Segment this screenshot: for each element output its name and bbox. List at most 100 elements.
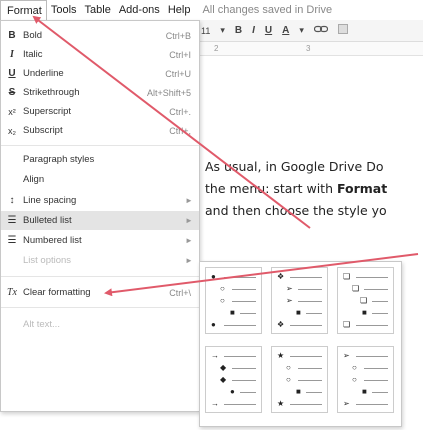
toolbar: 11 ▾ B I U A ▾ [196, 20, 423, 42]
shortcut: Alt+Shift+5 [146, 87, 191, 98]
chevron-down-icon[interactable]: ▾ [294, 25, 309, 36]
bullet-square-icon: ■ [362, 308, 367, 317]
shortcut: Ctrl+B [165, 30, 191, 41]
menu-item-label: Numbered list [23, 235, 82, 246]
bullet-square-icon: ■ [230, 308, 235, 317]
bullet-style-diamond-arrow[interactable]: ❖ ➢ ➢ ■ ❖ [271, 267, 328, 334]
bullet-circle-icon: ○ [220, 284, 225, 293]
shortcut: Ctrl+I [169, 49, 191, 60]
bullet-star-icon: ★ [277, 351, 285, 360]
bullet-arrow-icon: → [211, 399, 219, 408]
bullet-diamond-icon: ◆ [220, 375, 227, 384]
bullet-arrowhead-icon: ➢ [343, 399, 350, 408]
menu-item-label: Align [23, 174, 45, 185]
menu-item-label: Underline [23, 68, 64, 79]
document-text[interactable]: As usual, in Google Drive Do the menu: s… [205, 156, 423, 222]
bullet-style-arrow-diamond[interactable]: → ◆ ◆ ● → [205, 346, 262, 413]
menu-item-italic[interactable]: I Italic Ctrl+I [1, 45, 199, 64]
menu-item-strikethrough[interactable]: S Strikethrough Alt+Shift+5 [1, 83, 199, 102]
menubar: Format Tools Table Add-ons Help All chan… [0, 0, 423, 21]
shortcut: Ctrl+U [165, 68, 191, 79]
superscript-icon: x² [8, 106, 16, 117]
bullet-circle-icon: ○ [352, 375, 357, 384]
menu-item-label: Paragraph styles [23, 154, 95, 165]
submenu-arrow-icon: ► [185, 236, 193, 245]
bullet-arrow-icon: → [211, 351, 219, 360]
ruler-mark: 2 [214, 44, 219, 53]
bold-button[interactable]: B [230, 25, 247, 36]
menu-item-label: Subscript [23, 125, 63, 136]
submenu-arrow-icon: ► [185, 216, 193, 225]
menu-tools[interactable]: Tools [47, 0, 81, 20]
bullet-hollow-square-icon: ❏ [343, 272, 351, 281]
italic-button[interactable]: I [247, 25, 260, 36]
bullet-styles-submenu: ● ○ ○ ■ ● ❖ ➢ ➢ ■ ❖ ❏ ❏ ❏ ■ ❏ → ◆ ◆ ● → … [199, 261, 402, 427]
text-color-button[interactable]: A [277, 25, 294, 36]
menu-item-clear-formatting[interactable]: Tx Clear formatting Ctrl+\ [1, 283, 199, 302]
bullet-square-icon: ■ [362, 387, 367, 396]
link-icon[interactable] [309, 25, 333, 36]
save-status: All changes saved in Drive [202, 4, 333, 16]
bullet-hollow-square-icon: ❏ [343, 320, 351, 329]
bullet-square-icon: ■ [296, 387, 301, 396]
clear-formatting-icon: Tx [7, 287, 17, 298]
submenu-arrow-icon: ► [185, 256, 193, 265]
menu-item-alt-text: Alt text... [1, 315, 199, 334]
menu-item-bulleted-list[interactable]: ☰ Bulleted list ► [1, 211, 199, 230]
menu-item-label: Italic [23, 49, 43, 60]
submenu-arrow-icon: ► [185, 196, 193, 205]
menu-item-numbered-list[interactable]: ☰ Numbered list ► [1, 231, 199, 250]
bullet-style-disc-circle-square[interactable]: ● ○ ○ ■ ● [205, 267, 262, 334]
menu-help[interactable]: Help [164, 0, 195, 20]
bullet-circle-icon: ○ [220, 296, 225, 305]
menu-divider [1, 145, 199, 146]
bullet-hollow-square-icon: ❏ [360, 296, 368, 305]
menu-format[interactable]: Format [0, 0, 47, 21]
underline-button[interactable]: U [260, 25, 277, 36]
menu-item-label: Bold [23, 30, 43, 41]
menu-divider [1, 307, 199, 308]
bullet-diamond-icon: ❖ [277, 320, 285, 329]
shortcut: Ctrl+\ [169, 287, 191, 298]
menu-item-paragraph-styles[interactable]: Paragraph styles [1, 150, 199, 169]
ruler-mark: 3 [306, 44, 311, 53]
bullet-diamond-icon: ❖ [277, 272, 285, 281]
menu-item-line-spacing[interactable]: ↕ Line spacing ► [1, 191, 199, 210]
bullet-arrow-icon: ➢ [286, 296, 293, 305]
menu-table[interactable]: Table [81, 0, 115, 20]
bold-icon: B [8, 30, 16, 41]
menu-add-ons[interactable]: Add-ons [115, 0, 164, 20]
bullet-style-hollow-square[interactable]: ❏ ❏ ❏ ■ ❏ [337, 267, 394, 334]
numbered-list-icon: ☰ [7, 235, 17, 246]
text-line: the menu: start with Format [205, 181, 388, 196]
menu-item-superscript[interactable]: x² Superscript Ctrl+. [1, 102, 199, 121]
chevron-down-icon[interactable]: ▾ [215, 25, 230, 36]
shortcut: Ctrl+. [169, 106, 191, 117]
menu-item-label: Clear formatting [23, 287, 91, 298]
subscript-icon: x₂ [8, 125, 16, 136]
text-line: As usual, in Google Drive Do [205, 159, 384, 174]
bullet-disc-icon: ● [211, 320, 216, 329]
menu-item-subscript[interactable]: x₂ Subscript Ctrl+, [1, 121, 199, 140]
text-line: and then choose the style yo [205, 203, 387, 218]
bullet-star-icon: ★ [277, 399, 285, 408]
bullet-style-arrowhead-circle[interactable]: ➢ ○ ○ ■ ➢ [337, 346, 394, 413]
menu-item-underline[interactable]: U Underline Ctrl+U [1, 64, 199, 83]
bullet-arrowhead-icon: ➢ [343, 351, 350, 360]
bullet-diamond-icon: ◆ [220, 363, 227, 372]
menu-divider [1, 276, 199, 277]
bullet-circle-icon: ○ [286, 375, 291, 384]
bullet-circle-icon: ○ [286, 363, 291, 372]
shortcut: Ctrl+, [169, 125, 191, 136]
menu-item-label: Alt text... [23, 319, 60, 330]
bullet-style-star-circle[interactable]: ★ ○ ○ ■ ★ [271, 346, 328, 413]
bullet-hollow-square-icon: ❏ [352, 284, 360, 293]
bullet-disc-icon: ● [211, 272, 216, 281]
comment-icon[interactable] [333, 24, 353, 37]
menu-item-bold[interactable]: B Bold Ctrl+B [1, 26, 199, 45]
italic-icon: I [10, 49, 14, 60]
menu-item-list-options: List options ► [1, 251, 199, 270]
menu-item-label: Line spacing [23, 195, 77, 206]
ruler: 2 3 [196, 42, 423, 56]
menu-item-align[interactable]: Align [1, 170, 199, 189]
